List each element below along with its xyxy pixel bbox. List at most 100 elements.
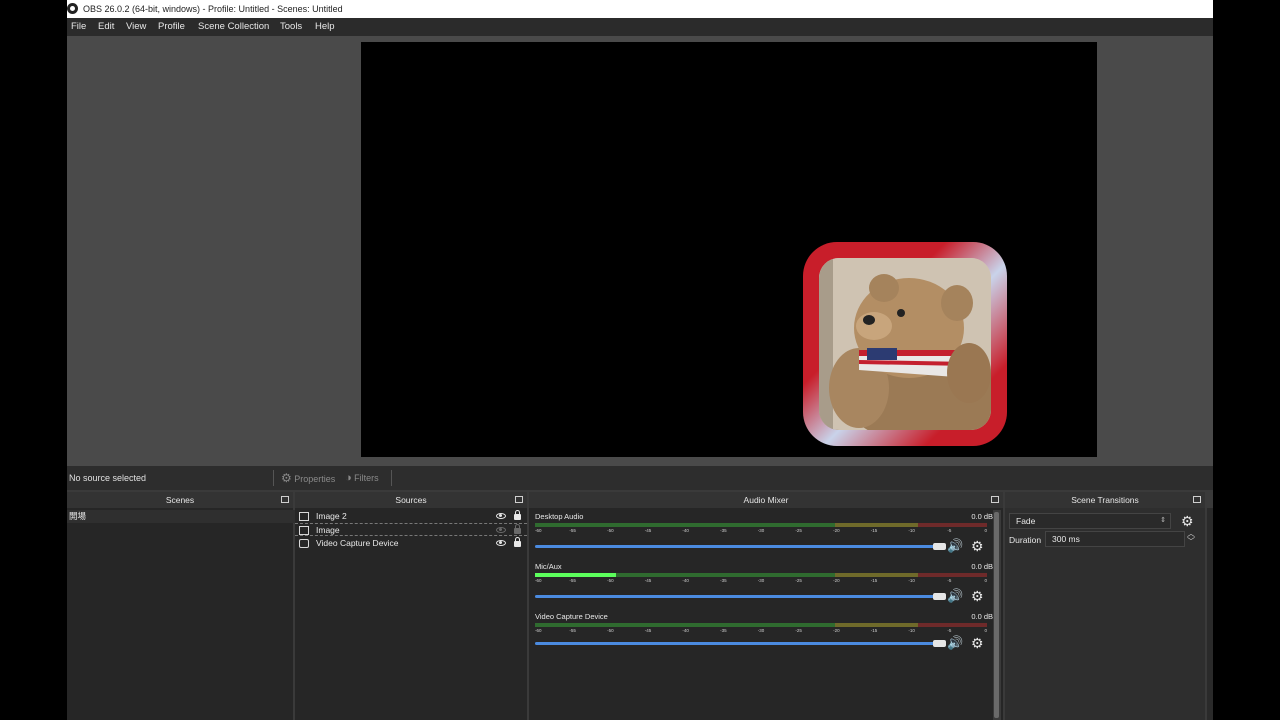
meter-tick-label: -35 — [720, 628, 727, 633]
speaker-icon[interactable]: 🔊 — [947, 636, 963, 650]
separator — [273, 470, 274, 486]
meter-tick-label: -10 — [908, 628, 915, 633]
undock-icon[interactable] — [515, 496, 523, 503]
filters-button[interactable]: ◑ Filters — [345, 466, 379, 490]
volume-meter — [535, 523, 987, 527]
gear-icon[interactable]: ⚙ — [971, 589, 985, 603]
menu-profile[interactable]: Profile — [158, 18, 185, 36]
meter-tick-label: -30 — [757, 528, 765, 533]
menu-file[interactable]: File — [71, 18, 86, 36]
menu-edit[interactable]: Edit — [98, 18, 114, 36]
scene-item[interactable]: 開場 — [67, 510, 295, 523]
scrollbar-thumb[interactable] — [994, 512, 999, 718]
speaker-icon[interactable]: 🔊 — [947, 589, 963, 603]
gear-icon[interactable]: ⚙ — [971, 539, 985, 553]
volume-meter — [535, 623, 987, 627]
meter-tick-label: -15 — [870, 578, 878, 583]
filters-icon: ◑ — [345, 472, 352, 484]
webcam-frame-overlay[interactable] — [803, 242, 1007, 446]
meter-level-fill — [535, 573, 617, 577]
undock-icon[interactable] — [991, 496, 999, 503]
lock-icon[interactable] — [514, 510, 521, 520]
audio-mixer-title: Audio Mixer — [743, 495, 789, 505]
visibility-eye-icon[interactable] — [496, 513, 506, 519]
meter-tick-label: -55 — [569, 628, 576, 633]
updown-icon: ⇕ — [1160, 517, 1166, 524]
source-toolbar: No source selected ⚙ Properties ◑ Filter… — [67, 466, 1213, 490]
volume-meter — [535, 573, 987, 577]
volume-slider-knob[interactable] — [933, 543, 946, 550]
audio-mixer-panel: Desktop Audio 0.0 dB -60 -55 -50 -45 -40 -35-… — [529, 508, 1003, 720]
meter-tick-label: -30 — [757, 628, 765, 633]
meter-tick-label: -45 — [644, 578, 652, 583]
meter-tick-label: -15 — [870, 528, 878, 533]
menu-help[interactable]: Help — [315, 18, 335, 36]
channel-db: 0.0 dB — [971, 562, 993, 571]
meter-tick-label: -50 — [607, 628, 614, 633]
separator — [391, 470, 392, 486]
meter-tick-label: -50 — [607, 528, 614, 533]
meter-tick-label: -20 — [833, 578, 840, 583]
preview-canvas[interactable] — [361, 42, 1097, 457]
sources-title: Sources — [395, 495, 427, 505]
properties-button[interactable]: ⚙ Properties — [281, 466, 335, 491]
meter-tick-label: -60 — [535, 628, 542, 633]
unlock-icon[interactable] — [514, 524, 521, 534]
channel-db: 0.0 dB — [971, 612, 993, 621]
channel-name: Video Capture Device — [535, 612, 608, 621]
volume-slider[interactable] — [535, 642, 940, 645]
meter-tick-label: 0 — [984, 628, 987, 633]
meter-tick-label: -5 — [947, 528, 952, 533]
scene-transitions-title: Scene Transitions — [1071, 495, 1139, 505]
meter-tick-label: -55 — [569, 578, 576, 583]
gear-icon[interactable]: ⚙ — [971, 636, 985, 650]
source-item[interactable]: Image — [295, 523, 527, 536]
no-source-label: No source selected — [69, 473, 147, 483]
meter-tick-label: -30 — [757, 578, 765, 583]
meter-tick-label: -45 — [644, 528, 652, 533]
gear-icon: ⚙ — [281, 471, 292, 485]
meter-tick-label: -40 — [682, 628, 689, 633]
volume-slider-knob[interactable] — [933, 593, 946, 600]
volume-slider[interactable] — [535, 595, 940, 598]
menu-tools[interactable]: Tools — [280, 18, 302, 36]
audio-mixer-dock-header: Audio Mixer — [529, 492, 1003, 508]
meter-ticks: -60 -55 -50 -45 -40 -35 -30 -25 -20 -15 -10 -5 0 — [535, 628, 987, 636]
volume-slider-knob[interactable] — [933, 640, 946, 647]
undock-icon[interactable] — [281, 496, 289, 503]
source-name: Image — [316, 525, 340, 535]
meter-ticks: -60 -55 -50 -45 -40 -35 -30 -25 -20 -15 -10 -5 0 — [535, 528, 987, 536]
visibility-eye-hidden-icon[interactable] — [496, 527, 506, 533]
source-name: Video Capture Device — [316, 538, 399, 548]
preview-area — [67, 36, 1213, 466]
duration-input[interactable]: 300 ms — [1045, 531, 1185, 547]
menu-scene-collection[interactable]: Scene Collection — [198, 18, 269, 36]
scenes-list: 開場 — [67, 508, 295, 720]
right-edge-scrollbar[interactable] — [1207, 508, 1213, 720]
volume-slider[interactable] — [535, 545, 940, 548]
scenes-title: Scenes — [165, 495, 195, 505]
transition-select[interactable]: Fade ⇕ — [1009, 513, 1171, 529]
source-item[interactable]: Video Capture Device — [295, 537, 527, 550]
speaker-icon[interactable]: 🔊 — [947, 539, 963, 553]
image-icon — [299, 512, 309, 521]
meter-tick-label: -55 — [569, 528, 576, 533]
duration-spinner-icon[interactable]: ︿ ﹀ — [1187, 530, 1195, 546]
mixer-scrollbar[interactable] — [993, 510, 1001, 720]
meter-tick-label: -20 — [833, 628, 840, 633]
lock-icon[interactable] — [514, 537, 521, 547]
meter-tick-label: -40 — [682, 578, 689, 583]
sources-dock-header: Sources — [295, 492, 527, 508]
menu-view[interactable]: View — [126, 18, 146, 36]
duration-label: Duration — [1009, 535, 1042, 545]
scene-transitions-panel: Fade ⇕ ⚙ Duration 300 ms ︿ ﹀ — [1005, 508, 1205, 720]
visibility-eye-icon[interactable] — [496, 540, 506, 546]
title-bar: OBS 26.0.2 (64-bit, windows) - Profile: … — [67, 0, 1213, 18]
meter-tick-label: -45 — [644, 628, 652, 633]
source-item[interactable]: Image 2 — [295, 510, 527, 523]
meter-tick-label: -20 — [833, 528, 840, 533]
transition-properties-gear-icon[interactable]: ⚙ — [1181, 514, 1195, 528]
undock-icon[interactable] — [1193, 496, 1201, 503]
image-icon — [299, 526, 309, 535]
meter-tick-label: -35 — [720, 528, 727, 533]
